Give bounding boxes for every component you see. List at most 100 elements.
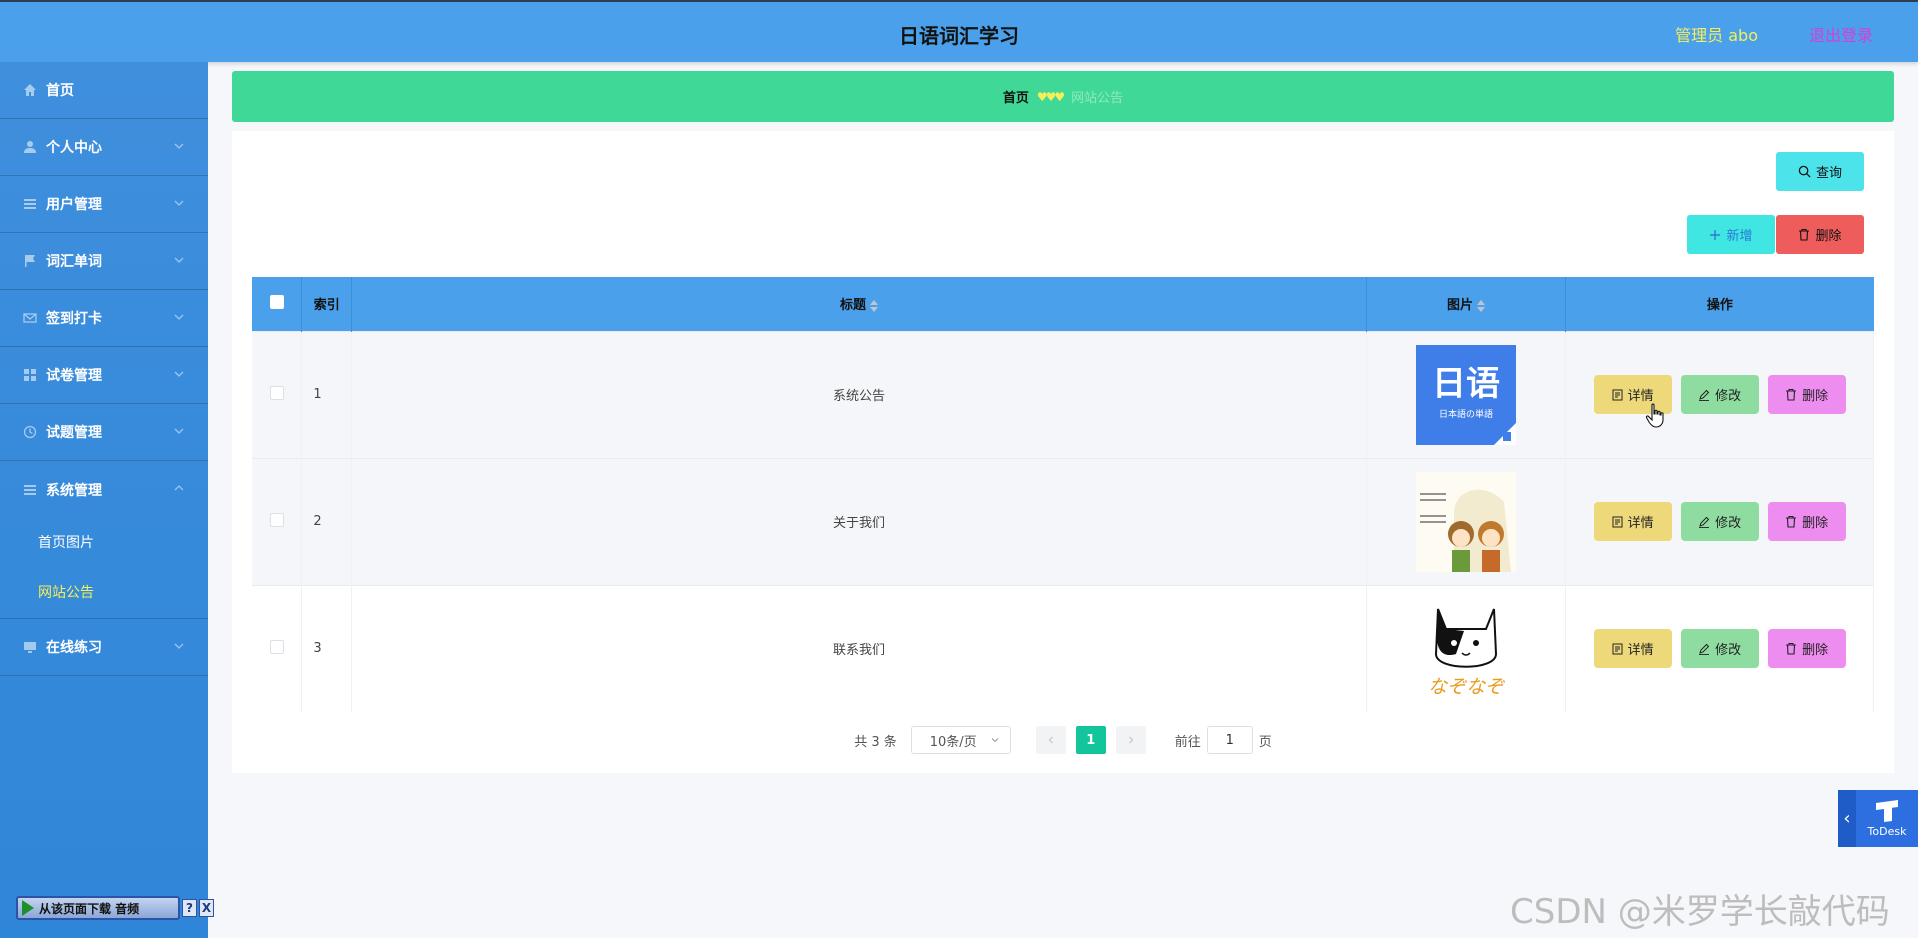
row-image-cell: 日语 日本語の単語 [1366, 330, 1567, 458]
hand-cursor-icon [1645, 403, 1664, 428]
edit-button[interactable]: 修改 [1680, 375, 1759, 414]
batch-delete-button-label: 删除 [1815, 229, 1842, 244]
edit-button[interactable]: 修改 [1680, 502, 1759, 541]
sidebar-item-user-management[interactable]: 用户管理 [0, 176, 208, 233]
row-checkbox-cell [252, 330, 303, 458]
logout-link[interactable]: 退出登录 [1809, 22, 1873, 46]
row-checkbox-cell [252, 584, 303, 712]
row-image-text: 日语 [1432, 364, 1500, 404]
sidebar-item-label: 用户管理 [46, 197, 102, 213]
clock-icon [22, 424, 38, 440]
col-image[interactable]: 图片 [1366, 277, 1567, 331]
sidebar-item-home[interactable]: 首页 [0, 62, 208, 119]
heart-separator-icon: ♥♥♥ [1036, 89, 1065, 104]
chevron-left-icon [1048, 736, 1053, 744]
grid-icon [22, 367, 38, 383]
row-checkbox[interactable] [269, 512, 284, 527]
todesk-label: ToDesk [1867, 825, 1907, 838]
trash-icon [1799, 228, 1810, 241]
sidebar-item-label: 系统管理 [46, 482, 102, 499]
page-number-current[interactable]: 1 [1075, 726, 1106, 754]
sidebar-item-online-practice[interactable]: 在线练习 [0, 619, 208, 676]
download-audio-label: 从该页面下载 音频 [39, 901, 140, 916]
edit-button[interactable]: 修改 [1680, 629, 1759, 669]
top-header: 日语词汇学习 管理员 abo 退出登录 [0, 0, 1918, 62]
sort-icon[interactable] [1476, 299, 1485, 313]
query-button[interactable]: 查询 [1776, 152, 1864, 191]
goto-page-input[interactable]: 1 [1206, 726, 1253, 754]
download-audio-button[interactable]: 从该页面下载 音频 [16, 896, 180, 920]
sidebar-item-label: 个人中心 [46, 140, 102, 156]
row-image[interactable]: なぞなぞ [1415, 598, 1516, 699]
sidebar-item-checkin[interactable]: 签到打卡 [0, 290, 208, 347]
col-image-label: 图片 [1446, 298, 1473, 314]
row-index: 3 [301, 584, 353, 712]
flag-icon [22, 253, 38, 269]
sidebar-item-system-management[interactable]: 系统管理 [0, 461, 208, 518]
breadcrumb: 首页 ♥♥♥ 网站公告 [232, 71, 1894, 122]
sidebar: 首页 个人中心 用户管理 词汇单词 签到打卡 试卷管理 试题管理 系统管理 首页… [0, 62, 208, 938]
prev-page-button[interactable] [1035, 726, 1066, 754]
sidebar-subitem-site-notices[interactable]: 网站公告 [0, 568, 208, 618]
delete-button[interactable]: 删除 [1767, 629, 1846, 669]
row-checkbox[interactable] [269, 385, 284, 400]
chevron-down-icon [174, 143, 184, 149]
delete-button[interactable]: 删除 [1767, 502, 1846, 541]
chevron-down-icon [174, 257, 184, 263]
sort-icon[interactable] [869, 299, 878, 313]
select-all-cell [252, 277, 303, 331]
row-title: 联系我们 [351, 584, 1367, 712]
chevron-up-icon [174, 485, 184, 491]
user-icon [22, 139, 38, 155]
home-icon [22, 82, 38, 98]
todesk-widget[interactable]: ‹ ToDesk [1838, 790, 1918, 847]
table-header-row: 索引 标题 图片 操作 [252, 277, 1874, 331]
sidebar-item-label: 词汇单词 [46, 254, 102, 270]
sidebar-item-question-management[interactable]: 试题管理 [0, 404, 208, 461]
detail-button-label: 详情 [1627, 643, 1654, 659]
sidebar-item-personal-center[interactable]: 个人中心 [0, 119, 208, 176]
download-toolbar: 从该页面下载 音频 ? X [16, 896, 216, 920]
row-actions: 详情 修改 删除 [1565, 584, 1874, 712]
close-button[interactable]: X [199, 899, 214, 917]
app-title: 日语词汇学习 [899, 24, 1019, 48]
chevron-down-icon [174, 643, 184, 649]
monitor-icon [22, 639, 38, 655]
batch-delete-button[interactable]: 删除 [1776, 215, 1864, 254]
sidebar-item-label: 试卷管理 [46, 368, 102, 384]
watermark: CSDN @米罗学长敲代码 [1510, 892, 1890, 932]
document-icon [1612, 389, 1623, 400]
sidebar-item-vocabulary[interactable]: 词汇单词 [0, 233, 208, 290]
page-size-select[interactable]: 10条/页 [910, 726, 1011, 754]
edit-button-label: 修改 [1715, 643, 1742, 659]
sidebar-item-label: 签到打卡 [46, 311, 102, 327]
breadcrumb-home[interactable]: 首页 [1003, 87, 1029, 106]
sidebar-item-exam-management[interactable]: 试卷管理 [0, 347, 208, 404]
add-button-label: 新增 [1726, 229, 1753, 244]
plus-icon [1710, 229, 1721, 240]
row-image-cell: なぞなぞ [1366, 584, 1567, 712]
row-actions: 详情 修改 删除 [1565, 330, 1874, 458]
row-image[interactable]: 日语 日本語の単語 [1415, 344, 1516, 445]
page-size-value: 10条/页 [929, 734, 977, 750]
chevron-left-icon[interactable]: ‹ [1838, 790, 1856, 847]
add-button[interactable]: 新增 [1687, 215, 1775, 254]
row-index: 1 [301, 330, 353, 458]
detail-button[interactable]: 详情 [1593, 629, 1672, 669]
goto-label: 前往 [1174, 734, 1201, 750]
col-title[interactable]: 标题 [351, 277, 1367, 331]
row-checkbox[interactable] [269, 639, 284, 654]
col-title-label: 标题 [839, 298, 866, 314]
help-button[interactable]: ? [182, 899, 197, 917]
todesk-logo-icon [1876, 800, 1898, 822]
delete-button[interactable]: 删除 [1767, 375, 1846, 414]
mail-icon [22, 310, 38, 326]
row-image[interactable] [1415, 471, 1516, 572]
document-icon [1612, 643, 1623, 655]
row-actions: 详情 修改 删除 [1565, 457, 1874, 585]
detail-button[interactable]: 详情 [1593, 502, 1672, 541]
select-all-checkbox[interactable] [269, 294, 284, 309]
trash-icon [1786, 515, 1797, 528]
next-page-button[interactable] [1115, 726, 1146, 754]
sidebar-subitem-home-images[interactable]: 首页图片 [0, 518, 208, 568]
